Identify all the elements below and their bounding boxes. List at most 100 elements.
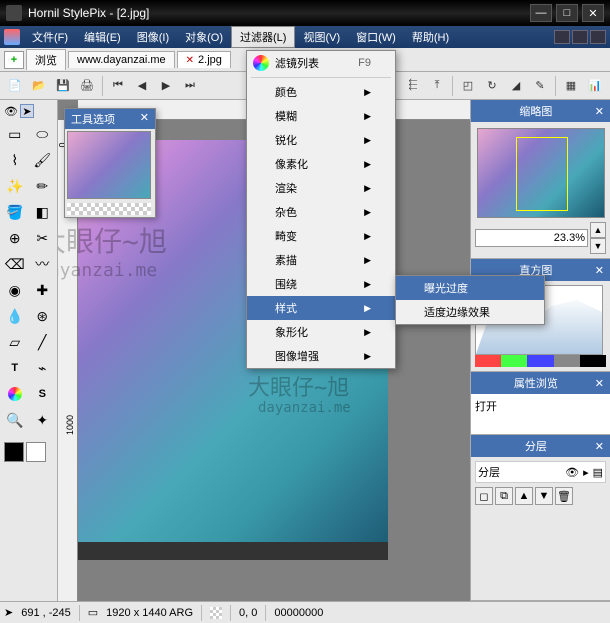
save-button[interactable]: 💾	[52, 75, 74, 97]
shape-tool[interactable]: ▱	[2, 330, 28, 354]
pencil-tool[interactable]: ✏	[30, 174, 56, 198]
layer-more-icon[interactable]: ▤	[593, 466, 603, 479]
first-button[interactable]: ⏮	[107, 75, 129, 97]
pointer-tool[interactable]: ➤	[20, 104, 34, 118]
layer-expand-icon[interactable]: ▸	[583, 466, 589, 479]
zoom-down-button[interactable]: ▼	[590, 238, 606, 254]
menu-item-pixelate[interactable]: 像素化▶	[247, 152, 395, 176]
menu-item-enhance[interactable]: 图像增强▶	[247, 344, 395, 368]
mdi-close-button[interactable]	[590, 30, 606, 44]
new-layer-button[interactable]: ◻	[475, 487, 493, 505]
thumbnail-preview[interactable]	[477, 128, 605, 218]
next-button[interactable]: ▶	[155, 75, 177, 97]
lasso-tool[interactable]: ⌇	[2, 148, 28, 172]
background-color[interactable]	[26, 442, 46, 462]
panel-close-icon[interactable]: ✕	[140, 111, 149, 127]
menu-help[interactable]: 帮助(H)	[404, 27, 457, 47]
brush-tool[interactable]: 🖌	[30, 148, 56, 172]
minimize-button[interactable]: —	[530, 4, 552, 22]
new-tab-button[interactable]: +	[4, 51, 24, 69]
line-tool[interactable]: ╱	[30, 330, 56, 354]
menu-item-wrap[interactable]: 围绕▶	[247, 272, 395, 296]
visibility-icon[interactable]: 👁	[4, 104, 18, 118]
delete-layer-button[interactable]: 🗑	[555, 487, 573, 505]
menu-item-sharpen[interactable]: 锐化▶	[247, 128, 395, 152]
ellipse-select-tool[interactable]: ⬭	[30, 122, 56, 146]
close-button[interactable]: ✕	[582, 4, 604, 22]
menu-view[interactable]: 视图(V)	[295, 27, 348, 47]
layers-button[interactable]: ▦	[560, 75, 582, 97]
zoom-input[interactable]: 23.3%	[475, 229, 588, 247]
menu-item-noise[interactable]: 杂色▶	[247, 200, 395, 224]
maximize-button[interactable]: □	[556, 4, 578, 22]
align-top-button[interactable]: ⤒	[426, 75, 448, 97]
histogram-channel-buttons[interactable]	[475, 355, 606, 367]
duplicate-layer-button[interactable]: ⧉	[495, 487, 513, 505]
window-title: Hornil StylePix - [2.jpg]	[28, 6, 530, 20]
gradient-tool[interactable]: ◧	[30, 200, 56, 224]
menu-filter[interactable]: 过滤器(L)	[231, 26, 295, 48]
chart-button[interactable]: 📊	[584, 75, 606, 97]
panel-close-icon[interactable]: ✕	[595, 440, 604, 453]
new-file-button[interactable]: 📄	[4, 75, 26, 97]
align-left-button[interactable]: ⬱	[402, 75, 424, 97]
menu-item-filter-list[interactable]: 滤镜列表F9	[247, 51, 395, 75]
stamp-tool[interactable]: ⊛	[30, 304, 56, 328]
tool-options-float[interactable]: 工具选项 ✕	[64, 108, 156, 218]
submenu-item-edge[interactable]: 适度边缘效果	[396, 300, 544, 324]
path-tool[interactable]: ⌁	[30, 356, 56, 380]
zoom-up-button[interactable]: ▲	[590, 222, 606, 238]
prev-button[interactable]: ◀	[131, 75, 153, 97]
last-button[interactable]: ⏭	[179, 75, 201, 97]
panel-close-icon[interactable]: ✕	[595, 105, 604, 118]
transform-button[interactable]: ◢	[505, 75, 527, 97]
menu-item-stylize[interactable]: 样式▶	[247, 296, 395, 320]
print-button[interactable]: 🖨	[76, 75, 98, 97]
color-tool[interactable]	[2, 382, 28, 406]
rotate-button[interactable]: ↻	[481, 75, 503, 97]
menu-image[interactable]: 图像(I)	[129, 27, 177, 47]
clone-tool[interactable]: ⊕	[2, 226, 28, 250]
menu-item-sketch[interactable]: 素描▶	[247, 248, 395, 272]
layer-down-button[interactable]: ▼	[535, 487, 553, 505]
pen-button[interactable]: ✎	[529, 75, 551, 97]
menu-item-color[interactable]: 颜色▶	[247, 80, 395, 104]
fill-tool[interactable]: 🪣	[2, 200, 28, 224]
menu-file[interactable]: 文件(F)	[24, 27, 76, 47]
mdi-minimize-button[interactable]	[554, 30, 570, 44]
tab-file[interactable]: ✕ 2.jpg	[177, 51, 231, 68]
eraser-tool[interactable]: ⌫	[2, 252, 28, 276]
tab-browse[interactable]: 浏览	[26, 49, 66, 70]
menu-window[interactable]: 窗口(W)	[348, 27, 404, 47]
mdi-restore-button[interactable]	[572, 30, 588, 44]
layer-visibility-icon[interactable]: 👁	[565, 466, 579, 479]
menu-item-render[interactable]: 渲染▶	[247, 176, 395, 200]
panel-close-icon[interactable]: ✕	[595, 377, 604, 390]
crop-button[interactable]: ◰	[457, 75, 479, 97]
zoom-tool[interactable]: 🔍	[2, 408, 28, 432]
menu-object[interactable]: 对象(O)	[177, 27, 231, 47]
tab-close-icon[interactable]: ✕	[186, 55, 194, 66]
redeye-tool[interactable]: ◉	[2, 278, 28, 302]
layer-up-button[interactable]: ▲	[515, 487, 533, 505]
menu-item-pictograph[interactable]: 象形化▶	[247, 320, 395, 344]
status-coordinates: 691 , -245	[21, 607, 71, 619]
menu-item-blur[interactable]: 模糊▶	[247, 104, 395, 128]
eyedropper-tool[interactable]: 💧	[2, 304, 28, 328]
magic-wand-tool[interactable]: ✨	[2, 174, 28, 198]
effect-tool[interactable]: S	[30, 382, 56, 406]
menu-edit[interactable]: 编辑(E)	[76, 27, 129, 47]
menu-item-distort[interactable]: 畸变▶	[247, 224, 395, 248]
smudge-tool[interactable]: 〰	[30, 252, 56, 276]
heal-tool[interactable]: ✚	[30, 278, 56, 302]
foreground-color[interactable]	[4, 442, 24, 462]
submenu-item-solarize[interactable]: 曝光过度	[396, 276, 544, 300]
rect-select-tool[interactable]: ▭	[2, 122, 28, 146]
open-button[interactable]: 📂	[28, 75, 50, 97]
layer-item[interactable]: 分层 👁 ▸ ▤	[475, 461, 606, 483]
sparkle-tool[interactable]: ✦	[30, 408, 56, 432]
panel-close-icon[interactable]: ✕	[595, 264, 604, 277]
text-tool[interactable]: T	[2, 356, 28, 380]
crop-tool[interactable]: ✂	[30, 226, 56, 250]
tab-url[interactable]: www.dayanzai.me	[68, 51, 175, 68]
